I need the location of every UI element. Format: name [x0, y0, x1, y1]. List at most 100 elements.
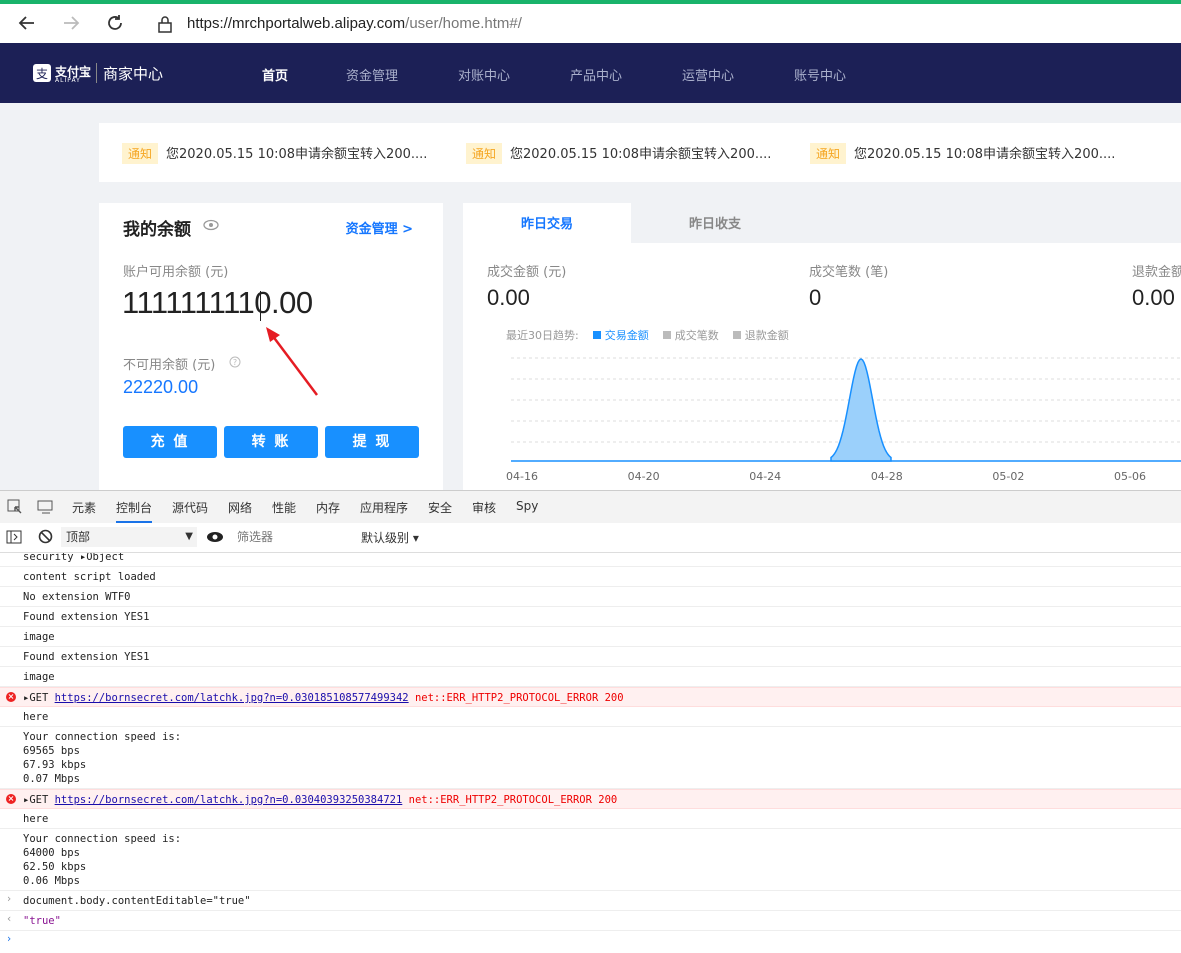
console-log-row: content script loaded	[0, 567, 1181, 587]
console-line: 64000 bps	[23, 847, 80, 859]
console-line: 0.07 Mbps	[23, 773, 80, 785]
console-filter-input[interactable]	[233, 527, 361, 547]
console-line: image	[23, 671, 55, 683]
deal-count-label: 成交笔数 (笔)	[809, 265, 889, 280]
input-chevron-icon: ›	[7, 893, 12, 905]
console-log-row: here	[0, 809, 1181, 829]
error-message: ▸GET https://bornsecret.com/latchk.jpg?n…	[23, 691, 1181, 705]
result-chevron-icon: ‹	[7, 913, 12, 925]
recharge-button[interactable]: 充 值	[123, 426, 217, 458]
forward-icon[interactable]	[60, 12, 82, 34]
nav-fund[interactable]: 资金管理	[346, 65, 398, 84]
refund-amount-label: 退款金额	[1132, 265, 1181, 280]
unavailable-balance-label: 不可用余额 (元)	[123, 358, 216, 373]
x-tick-label: 04-16	[506, 470, 538, 483]
deal-count-value: 0	[809, 285, 822, 310]
error-prefix[interactable]: ▸GET	[23, 794, 55, 806]
legend-amount[interactable]: 交易金额	[605, 329, 649, 342]
trend-chart: 04-16 04-20 04-24 04-28 05-02 05-06	[506, 357, 1181, 483]
withdraw-button[interactable]: 提 现	[325, 426, 419, 458]
live-expression-eye-icon[interactable]	[206, 531, 224, 543]
notice-item[interactable]: 通知 您2020.05.15 10:08申请余额宝转入200....	[466, 143, 771, 164]
inspect-icon[interactable]	[7, 499, 23, 515]
console-line: 0.06 Mbps	[23, 875, 80, 887]
devtools-tab-audits[interactable]: 审核	[472, 499, 496, 516]
devtools-tab-console[interactable]: 控制台	[116, 499, 153, 523]
devtools-tabbar: 元素 控制台 源代码 网络 性能 内存 应用程序 安全 审核 Spy	[0, 490, 1181, 524]
available-balance-value[interactable]: 1111111110.00	[122, 285, 313, 321]
refund-amount-value: 0.00	[1132, 285, 1175, 310]
svg-text:?: ?	[233, 358, 237, 367]
console-result-row: ‹ "true"	[0, 911, 1181, 931]
notice-text: 您2020.05.15 10:08申请余额宝转入200....	[854, 147, 1116, 162]
nav-reconcile[interactable]: 对账中心	[458, 65, 510, 84]
annotation-arrow	[266, 327, 318, 396]
error-status: net::ERR_HTTP2_PROTOCOL_ERROR 200	[408, 692, 624, 704]
nav-home[interactable]: 首页	[262, 65, 288, 84]
series-area-trade-amount	[830, 358, 892, 462]
fund-management-link[interactable]: 资金管理 >	[346, 218, 413, 237]
logo-sub: ALIPAY	[55, 77, 81, 84]
x-tick-label: 04-28	[871, 470, 903, 483]
nav-products[interactable]: 产品中心	[570, 65, 622, 84]
console-toolbar: 顶部 ▼ 默认级别 ▾	[0, 523, 1181, 553]
nav-account[interactable]: 账号中心	[794, 65, 846, 84]
url-field[interactable]: https://mrchportalweb.alipay.com/user/ho…	[187, 15, 522, 32]
lock-icon[interactable]	[154, 13, 176, 35]
notice-item[interactable]: 通知 您2020.05.15 10:08申请余额宝转入200....	[122, 143, 427, 164]
console-output[interactable]: security ▸Object content script loaded No …	[0, 553, 1181, 953]
devtools-tab-elements[interactable]: 元素	[72, 499, 96, 516]
devtools-tab-memory[interactable]: 内存	[316, 499, 340, 516]
back-icon[interactable]	[16, 12, 38, 34]
devtools-tab-spy[interactable]: Spy	[516, 499, 538, 513]
notice-tag: 通知	[466, 143, 503, 164]
console-line: No extension WTF0	[23, 591, 131, 603]
help-icon[interactable]: ?	[229, 356, 241, 368]
devtools-tab-performance[interactable]: 性能	[272, 499, 296, 516]
legend-refund[interactable]: 退款金额	[745, 329, 789, 342]
console-log-row: Your connection speed is: 69565 bps 67.93 …	[0, 727, 1181, 789]
reload-icon[interactable]	[104, 12, 126, 34]
tab-yesterday-trade[interactable]: 昨日交易	[463, 203, 631, 243]
dropdown-arrow-icon: ▼	[185, 531, 193, 542]
legend-swatch	[592, 331, 601, 339]
legend-swatch	[732, 331, 741, 339]
error-url-link[interactable]: https://bornsecret.com/latchk.jpg?n=0.03…	[55, 692, 409, 704]
console-line: Your connection speed is:	[23, 833, 182, 845]
tab-yesterday-income[interactable]: 昨日收支	[631, 203, 799, 243]
console-log-row: Your connection speed is: 64000 bps 62.50 …	[0, 829, 1181, 891]
console-line: "true"	[23, 915, 61, 927]
x-tick-label: 04-24	[749, 470, 781, 483]
devtools-tab-sources[interactable]: 源代码	[172, 499, 208, 516]
console-log-row: image	[0, 667, 1181, 687]
error-prefix[interactable]: ▸GET	[23, 692, 55, 704]
clear-console-icon[interactable]	[38, 529, 53, 544]
console-error-row: × ▸GET https://bornsecret.com/latchk.jpg?…	[0, 687, 1181, 707]
console-prompt[interactable]: ›	[0, 931, 1181, 951]
error-status: net::ERR_HTTP2_PROTOCOL_ERROR 200	[402, 794, 618, 806]
error-message: ▸GET https://bornsecret.com/latchk.jpg?n…	[23, 793, 1181, 807]
trend-label: 最近30日趋势:	[506, 329, 579, 342]
sidebar-toggle-icon[interactable]	[6, 530, 22, 544]
console-log-row: No extension WTF0	[0, 587, 1181, 607]
nav-operations[interactable]: 运营中心	[682, 65, 734, 84]
context-select[interactable]: 顶部 ▼	[61, 527, 197, 547]
logo-text: 商家中心	[103, 65, 164, 83]
devtools-tab-application[interactable]: 应用程序	[360, 499, 408, 516]
devtools-tab-security[interactable]: 安全	[428, 499, 452, 516]
console-line: document.body.contentEditable="true"	[23, 895, 251, 907]
notice-item[interactable]: 通知 您2020.05.15 10:08申请余额宝转入200....	[810, 143, 1115, 164]
device-toolbar-icon[interactable]	[37, 500, 55, 514]
notice-text: 您2020.05.15 10:08申请余额宝转入200....	[166, 147, 428, 162]
notice-tag: 通知	[810, 143, 847, 164]
eye-icon[interactable]	[203, 219, 219, 231]
console-line: image	[23, 631, 55, 643]
transfer-button[interactable]: 转 账	[224, 426, 318, 458]
log-level-select[interactable]: 默认级别 ▾	[361, 529, 419, 546]
x-tick-label: 05-02	[992, 470, 1024, 483]
devtools-tab-network[interactable]: 网络	[228, 499, 252, 516]
url-path: /user/home.htm#/	[405, 15, 522, 32]
console-log-row: here	[0, 707, 1181, 727]
legend-count[interactable]: 成交笔数	[675, 329, 719, 342]
error-url-link[interactable]: https://bornsecret.com/latchk.jpg?n=0.03…	[55, 794, 403, 806]
